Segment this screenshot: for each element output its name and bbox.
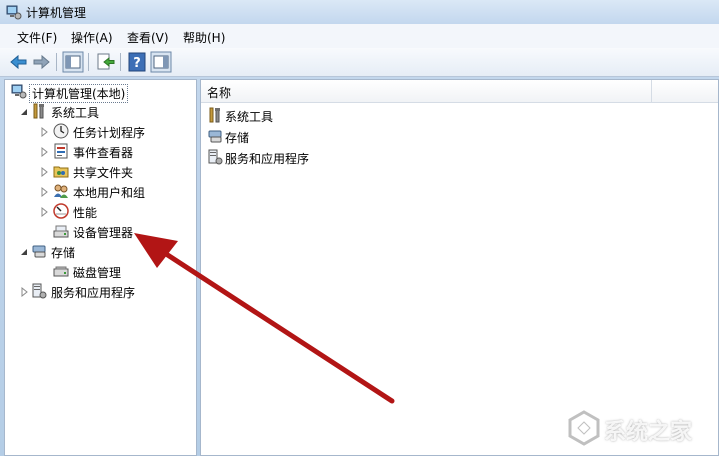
tree-item-label: 服务和应用程序 (51, 286, 136, 300)
list-item-label: 系统工具 (225, 110, 274, 124)
expand-caret-icon[interactable] (39, 206, 49, 218)
list-item-services-applications[interactable]: 服务和应用程序 (207, 148, 407, 168)
tools-icon (207, 107, 223, 123)
tree-item-label: 事件查看器 (73, 146, 134, 160)
list-header: 名称 (201, 80, 718, 103)
collapse-caret-icon[interactable] (19, 246, 29, 256)
tree-item-label: 设备管理器 (73, 226, 134, 240)
list-item-system-tools[interactable]: 系统工具 (207, 106, 407, 126)
shared-folder-icon (53, 163, 69, 179)
list-item-storage[interactable]: 存储 (207, 127, 407, 147)
results-pane: 名称 系统工具 存储 服务和应用程序 (200, 79, 719, 456)
storage-icon (207, 128, 223, 144)
tree-root-label: 计算机管理(本地) (29, 84, 129, 103)
toolbar: ? (0, 48, 719, 77)
tree-item-label: 磁盘管理 (73, 266, 122, 280)
menu-view[interactable]: 查看(V) (127, 29, 169, 46)
computer-management-icon (11, 83, 27, 99)
watermark-logo-icon (568, 410, 600, 446)
tree-item-device-manager[interactable]: 设备管理器 (9, 222, 189, 242)
console-tree: 计算机管理(本地) 系统工具 任务计划程序 事件查看器 共享文件夹 本地用户和组… (4, 79, 197, 456)
expand-caret-icon[interactable] (39, 166, 49, 178)
window: 计算机管理 文件(F) 操作(A) 查看(V) 帮助(H) ? 计算机管理(本地… (0, 0, 719, 456)
expand-caret-icon[interactable] (39, 186, 49, 198)
services-icon (207, 149, 223, 165)
export-list-icon[interactable] (94, 51, 116, 73)
collapse-caret-icon[interactable] (19, 106, 29, 116)
list-item-label: 服务和应用程序 (225, 152, 310, 166)
tree-item-disk-management[interactable]: 磁盘管理 (9, 262, 189, 282)
menu-action[interactable]: 操作(A) (71, 29, 113, 46)
show-hide-action-pane-icon[interactable] (150, 51, 172, 73)
tools-icon (31, 103, 47, 119)
tree-item-local-users-groups[interactable]: 本地用户和组 (9, 182, 189, 202)
back-icon[interactable] (8, 51, 30, 73)
tree-root[interactable]: 计算机管理(本地) (9, 82, 189, 103)
watermark: 系统之家 (560, 404, 719, 452)
tree-item-label: 性能 (73, 206, 98, 220)
storage-icon (31, 243, 47, 259)
watermark-text: 系统之家 (604, 420, 693, 445)
toolbar-separator (56, 53, 57, 71)
column-divider[interactable] (651, 80, 652, 102)
tree-item-label: 任务计划程序 (73, 126, 146, 140)
performance-icon (53, 203, 69, 219)
computer-management-icon (6, 4, 22, 23)
tree-item-label: 共享文件夹 (73, 166, 134, 180)
services-icon (31, 283, 47, 299)
list-item-label: 存储 (225, 131, 250, 145)
event-viewer-icon (53, 143, 69, 159)
users-icon (53, 183, 69, 199)
clock-icon (53, 123, 69, 139)
expand-caret-icon[interactable] (19, 286, 29, 298)
tree-item-event-viewer[interactable]: 事件查看器 (9, 142, 189, 162)
tree-item-storage[interactable]: 存储 (9, 242, 189, 262)
tree-item-label: 存储 (51, 246, 76, 260)
tree-item-system-tools[interactable]: 系统工具 (9, 102, 189, 122)
toolbar-separator (120, 53, 121, 71)
tree-item-label: 系统工具 (51, 106, 100, 120)
toolbar-separator (88, 53, 89, 71)
title-bar: 计算机管理 (0, 0, 719, 24)
menu-help[interactable]: 帮助(H) (183, 29, 225, 46)
expand-caret-icon[interactable] (39, 126, 49, 138)
help-icon[interactable]: ? (126, 51, 148, 73)
svg-text:?: ? (133, 56, 141, 71)
tree-item-performance[interactable]: 性能 (9, 202, 189, 222)
disk-icon (53, 263, 69, 279)
tree-item-label: 本地用户和组 (73, 186, 146, 200)
device-manager-icon (53, 223, 69, 239)
tree-item-services-applications[interactable]: 服务和应用程序 (9, 282, 189, 302)
expand-caret-icon[interactable] (39, 146, 49, 158)
column-header-name[interactable]: 名称 (207, 84, 231, 101)
menu-file[interactable]: 文件(F) (17, 29, 57, 46)
window-title: 计算机管理 (26, 6, 87, 20)
tree-item-shared-folders[interactable]: 共享文件夹 (9, 162, 189, 182)
menu-bar: 文件(F) 操作(A) 查看(V) 帮助(H) (0, 24, 719, 48)
forward-icon[interactable] (30, 51, 52, 73)
show-hide-tree-icon[interactable] (62, 51, 84, 73)
tree-item-task-scheduler[interactable]: 任务计划程序 (9, 122, 189, 142)
